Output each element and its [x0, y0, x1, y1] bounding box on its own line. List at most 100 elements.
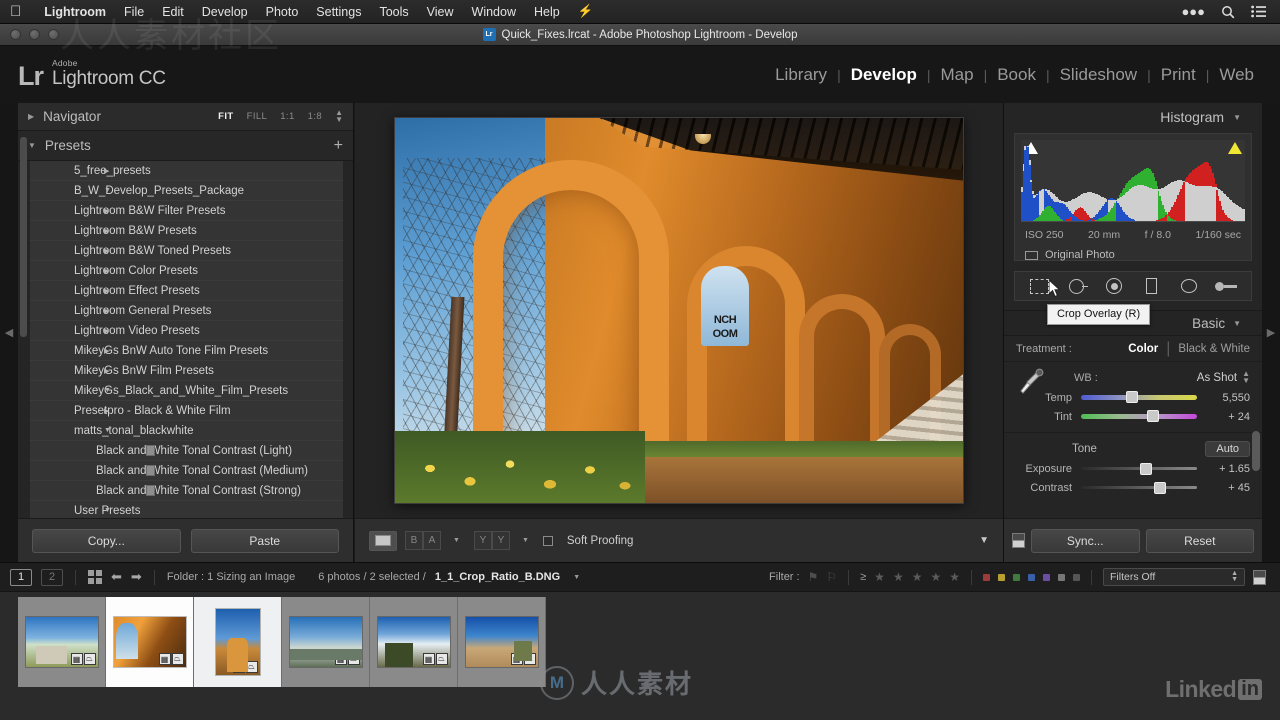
preset-folder[interactable]: ▶ Lightroom B&W Toned Presets: [30, 241, 343, 261]
bolt-icon[interactable]: ⚡: [569, 4, 603, 19]
navigator-header[interactable]: ▶ Navigator FIT FILL 1:1 1:8 ▲ ▼: [18, 103, 353, 131]
screen-2-button[interactable]: 2: [41, 568, 63, 586]
wb-row[interactable]: WB : As Shot ▲ ▼: [1016, 368, 1250, 388]
red-eye-tool[interactable]: [1101, 276, 1127, 296]
wb-value[interactable]: As Shot ▲ ▼: [1197, 370, 1250, 385]
filters-dropdown[interactable]: Filters Off ▲ ▼: [1103, 568, 1245, 586]
module-map[interactable]: Map: [930, 65, 983, 85]
copy-button[interactable]: Copy...: [32, 528, 181, 553]
thumb-arcade-portico[interactable]: ▦ ⏢: [106, 597, 194, 687]
zoom-fill[interactable]: FILL: [247, 111, 268, 122]
preset-folder[interactable]: ▶ Presetpro - Black & White Film: [30, 401, 343, 421]
thumb-mission-church[interactable]: ▦ ⏢: [194, 597, 282, 687]
preset-folder[interactable]: ▼ matts_tonal_blackwhite: [30, 421, 343, 441]
preset-folder[interactable]: ▶ Lightroom B&W Presets: [30, 221, 343, 241]
exposure-slider-track[interactable]: [1081, 463, 1197, 475]
right-panel-scrollbar[interactable]: [1252, 431, 1260, 471]
apple-icon[interactable]: : [10, 4, 21, 19]
zoom-1-8[interactable]: 1:8: [308, 111, 322, 122]
color-label-gray[interactable]: [1058, 573, 1065, 581]
menu-file[interactable]: File: [115, 5, 153, 19]
preset-item[interactable]: Black and White Tonal Contrast (Medium): [30, 461, 343, 481]
flag-caret-icon[interactable]: ▼: [522, 537, 529, 544]
tint-slider-row[interactable]: Tint + 24: [1016, 407, 1250, 426]
module-print[interactable]: Print: [1151, 65, 1206, 85]
menu-help[interactable]: Help: [525, 5, 569, 19]
left-panel-toggle[interactable]: ◀: [0, 103, 18, 562]
module-library[interactable]: Library: [765, 65, 837, 85]
tint-slider-knob[interactable]: [1146, 410, 1159, 422]
treatment-bw-option[interactable]: Black & White: [1178, 343, 1250, 355]
flag-filter-button[interactable]: Y Y: [473, 531, 510, 550]
toolbar-options-caret-icon[interactable]: ▼: [979, 535, 989, 546]
zoom-1-1[interactable]: 1:1: [280, 111, 294, 122]
sync-mode-icon[interactable]: [1012, 533, 1025, 548]
search-icon[interactable]: [1221, 5, 1235, 19]
contrast-slider-knob[interactable]: [1153, 482, 1166, 494]
flag-pick-icon[interactable]: ⚑: [808, 570, 819, 584]
preset-item[interactable]: Black and White Tonal Contrast (Strong): [30, 481, 343, 501]
preset-folder[interactable]: ▶ Lightroom General Presets: [30, 301, 343, 321]
loupe-view-button[interactable]: [369, 530, 397, 551]
menu-develop[interactable]: Develop: [193, 5, 257, 19]
color-label-purple[interactable]: [1043, 573, 1050, 581]
exposure-slider-knob[interactable]: [1139, 463, 1152, 475]
histogram-plot[interactable]: [1021, 140, 1245, 222]
histogram-header[interactable]: Histogram ▼: [1004, 103, 1262, 131]
before-after-button[interactable]: B A: [405, 531, 441, 550]
list-icon[interactable]: [1251, 5, 1266, 18]
temp-slider-track[interactable]: [1081, 391, 1197, 403]
preset-folder[interactable]: ▶ MikeyGs BnW Auto Tone Film Presets: [30, 341, 343, 361]
right-panel-toggle[interactable]: ▶: [1262, 103, 1280, 562]
rating-star-1[interactable]: ★: [874, 570, 885, 584]
filename-caret-icon[interactable]: ▼: [573, 574, 580, 581]
temp-slider-knob[interactable]: [1126, 391, 1139, 403]
temp-slider-row[interactable]: Temp 5,550: [1016, 388, 1250, 407]
histogram-panel[interactable]: ISO 250 20 mm f / 8.0 1/160 sec Original…: [1014, 133, 1252, 261]
menu-tools[interactable]: Tools: [370, 5, 417, 19]
zoom-fit[interactable]: FIT: [218, 111, 233, 122]
thumb-desert-dunes[interactable]: ▦ ⏢: [458, 597, 546, 687]
preset-item[interactable]: Black and White Tonal Contrast (Light): [30, 441, 343, 461]
color-label-red[interactable]: [983, 573, 990, 581]
menu-lightroom[interactable]: Lightroom: [35, 5, 115, 19]
color-label-blue[interactable]: [1028, 573, 1035, 581]
preset-folder[interactable]: ▶ 5_free_presets: [30, 161, 343, 181]
thumb-mountain-vista[interactable]: ▦ ⏢: [282, 597, 370, 687]
wb-stepper-icon[interactable]: ▲ ▼: [1242, 370, 1250, 385]
paste-button[interactable]: Paste: [190, 528, 339, 553]
preset-folder[interactable]: ▶ Lightroom Effect Presets: [30, 281, 343, 301]
filter-lock-icon[interactable]: [1253, 569, 1266, 585]
rating-star-4[interactable]: ★: [930, 570, 941, 584]
preset-folder[interactable]: ▶ Lightroom Color Presets: [30, 261, 343, 281]
identity-plate[interactable]: Lr Adobe Lightroom CC: [0, 59, 166, 90]
sync-button[interactable]: Sync...: [1031, 528, 1140, 553]
rating-star-2[interactable]: ★: [893, 570, 904, 584]
zoom-stepper-icon[interactable]: ▲ ▼: [335, 108, 343, 124]
go-back-icon[interactable]: ⬅: [111, 569, 122, 585]
white-balance-selector-icon[interactable]: [1018, 368, 1044, 398]
loupe-view[interactable]: NCH OOM: [355, 103, 1003, 518]
exposure-slider-row[interactable]: Exposure + 1.65: [1016, 459, 1250, 478]
menu-photo[interactable]: Photo: [257, 5, 308, 19]
rating-operator-icon[interactable]: ≥: [860, 571, 866, 583]
reset-button[interactable]: Reset: [1145, 528, 1254, 553]
adjustment-brush-tool[interactable]: [1213, 276, 1239, 296]
ellipsis-icon[interactable]: ●●●: [1181, 4, 1205, 19]
preset-folder[interactable]: ▼ B_W_Develop_Presets_Package: [30, 181, 343, 201]
color-label-none[interactable]: [1073, 573, 1080, 581]
module-book[interactable]: Book: [987, 65, 1046, 85]
highlight-clipping-icon[interactable]: [1228, 142, 1242, 154]
screen-1-button[interactable]: 1: [10, 568, 32, 586]
color-label-yellow[interactable]: [998, 573, 1005, 581]
grid-view-icon[interactable]: [88, 570, 102, 584]
soft-proofing-checkbox[interactable]: [542, 535, 553, 546]
preset-folder[interactable]: ▶ MikeyGs BnW Film Presets: [30, 361, 343, 381]
preview-photo[interactable]: NCH OOM: [395, 118, 963, 503]
preset-folder[interactable]: ▼ MikeyGs_Black_and_White_Film_Presets: [30, 381, 343, 401]
contrast-slider-track[interactable]: [1081, 482, 1197, 494]
color-label-green[interactable]: [1013, 573, 1020, 581]
menu-window[interactable]: Window: [463, 5, 525, 19]
auto-tone-button[interactable]: Auto: [1205, 441, 1250, 457]
menu-edit[interactable]: Edit: [153, 5, 193, 19]
